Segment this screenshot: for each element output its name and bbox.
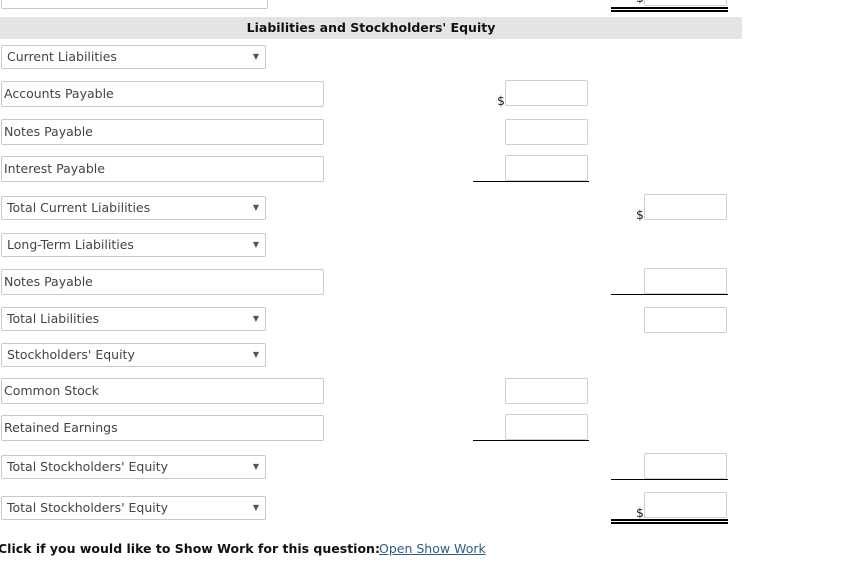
select-label: Current Liabilities [7, 49, 117, 64]
chevron-down-icon: ▼ [252, 240, 259, 249]
select-label: Long-Term Liabilities [7, 237, 134, 252]
select-label: Total Liabilities [7, 311, 100, 326]
total-liabilities-and-equity-amount[interactable] [644, 492, 727, 518]
total-current-liabilities-select[interactable]: Total Current Liabilities ▼ [1, 196, 266, 220]
dollar-sign: $ [497, 93, 505, 108]
select-label: Stockholders' Equity [7, 347, 135, 362]
interest-payable-amount[interactable] [505, 155, 588, 181]
interest-payable-field[interactable]: Interest Payable [1, 156, 324, 182]
show-work-prompt: Click if you would like to Show Work for… [0, 541, 380, 556]
select-label: Total Stockholders' Equity [7, 459, 169, 474]
chevron-down-icon: ▼ [252, 462, 259, 471]
common-stock-field[interactable]: Common Stock [1, 378, 324, 404]
section-title: Liabilities and Stockholders' Equity [246, 20, 496, 35]
dollar-sign: $ [636, 505, 644, 520]
total-current-liabilities-amount[interactable] [644, 194, 727, 220]
retained-earnings-amount[interactable] [505, 414, 588, 440]
accounts-payable-amount[interactable] [505, 80, 588, 106]
double-underline [611, 519, 728, 524]
dollar-sign: $ [636, 207, 644, 222]
section-header: Liabilities and Stockholders' Equity [0, 17, 742, 39]
chevron-down-icon: ▼ [252, 203, 259, 212]
previous-account-field[interactable] [1, 0, 268, 9]
retained-earnings-field[interactable]: Retained Earnings [1, 415, 324, 441]
chevron-down-icon: ▼ [252, 52, 259, 61]
common-stock-amount[interactable] [505, 378, 588, 404]
previous-total-input[interactable] [644, 0, 727, 6]
total-liabilities-amount[interactable] [644, 307, 727, 333]
double-underline [611, 7, 728, 12]
total-stockholders-equity-amount[interactable] [644, 453, 727, 479]
select-label: Total Current Liabilities [7, 200, 151, 215]
open-show-work-link[interactable]: Open Show Work [379, 541, 486, 556]
stockholders-equity-select[interactable]: Stockholders' Equity ▼ [1, 343, 266, 367]
current-liabilities-select[interactable]: Current Liabilities ▼ [1, 45, 266, 69]
underline [473, 440, 589, 441]
total-liabilities-select[interactable]: Total Liabilities ▼ [1, 307, 266, 331]
underline [611, 479, 728, 480]
chevron-down-icon: ▼ [252, 314, 259, 323]
notes-payable-field[interactable]: Notes Payable [1, 119, 324, 145]
accounts-payable-field[interactable]: Accounts Payable [1, 81, 324, 107]
dollar-sign: $ [636, 0, 644, 5]
notes-payable-amount[interactable] [505, 119, 588, 145]
total-stockholders-equity-select[interactable]: Total Stockholders' Equity ▼ [1, 455, 266, 479]
long-term-notes-payable-field[interactable]: Notes Payable [1, 269, 324, 295]
total-liabilities-and-equity-select[interactable]: Total Stockholders' Equity ▼ [1, 496, 266, 520]
underline [473, 181, 589, 182]
long-term-notes-payable-amount[interactable] [644, 268, 727, 294]
select-label: Total Stockholders' Equity [7, 500, 169, 515]
underline [611, 294, 728, 295]
chevron-down-icon: ▼ [252, 350, 259, 359]
long-term-liabilities-select[interactable]: Long-Term Liabilities ▼ [1, 233, 266, 257]
chevron-down-icon: ▼ [252, 503, 259, 512]
